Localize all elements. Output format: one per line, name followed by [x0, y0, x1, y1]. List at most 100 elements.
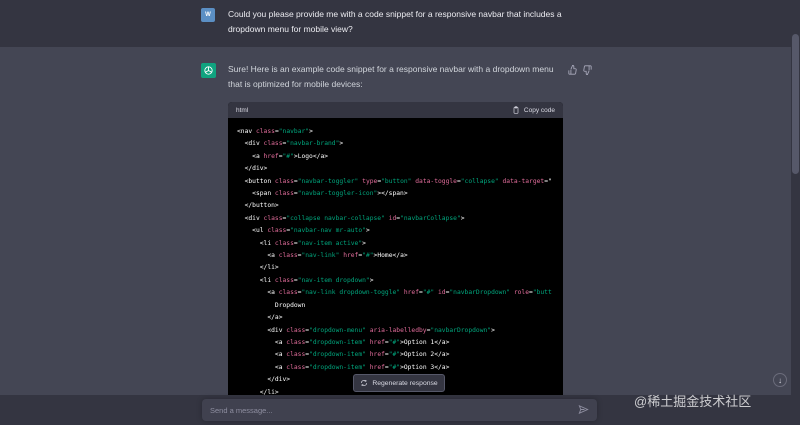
- code-token: </div>: [237, 165, 268, 173]
- code-token: "navbarDropdown": [449, 289, 511, 297]
- code-token: <div: [237, 214, 264, 222]
- code-token: >: [460, 214, 465, 222]
- code-token: data-target: [502, 177, 545, 185]
- code-line: <ul class="navbar-nav mr-auto">: [237, 225, 563, 237]
- copy-code-button[interactable]: Copy code: [512, 106, 555, 114]
- code-line: </div>: [237, 163, 563, 175]
- code-token: >: [309, 128, 313, 135]
- code-line: <div class="collapse navbar-collapse" id…: [237, 213, 563, 225]
- message-input[interactable]: [210, 403, 560, 417]
- code-token: class: [286, 351, 306, 359]
- code-line: <li class="nav-item active">: [237, 238, 563, 250]
- scroll-to-bottom-button[interactable]: ↓: [773, 373, 787, 387]
- code-block-header: html Copy code: [228, 102, 563, 118]
- code-token: class: [278, 252, 298, 260]
- code-token: </a>: [312, 152, 329, 160]
- code-token: "collapse": [460, 177, 499, 185]
- thumbs-up-icon[interactable]: [568, 64, 578, 75]
- code-token: "dropdown-item": [309, 338, 366, 346]
- code-token: </a>: [237, 314, 283, 322]
- code-line: Dropdown: [237, 300, 563, 312]
- code-token: href: [403, 289, 420, 297]
- code-token: "#": [422, 289, 435, 297]
- code-line: <span class="navbar-toggler-icon"></span…: [237, 188, 563, 200]
- code-token: <a: [237, 351, 287, 359]
- code-line: <div class="dropdown-menu" aria-labelled…: [237, 325, 563, 337]
- code-token: "dropdown-item": [309, 363, 366, 371]
- code-line: </a>: [237, 312, 563, 324]
- code-line: </button>: [237, 200, 563, 212]
- copy-code-label: Copy code: [523, 106, 555, 114]
- code-token: role: [513, 289, 530, 297]
- code-token: Logo: [297, 152, 313, 160]
- scrollbar-thumb[interactable]: [792, 34, 799, 174]
- code-line: <nav class="navbar">: [237, 126, 563, 138]
- code-token: <div: [237, 326, 287, 334]
- code-token: <a: [237, 152, 264, 160]
- code-token: =": [544, 177, 552, 185]
- code-token: "#": [388, 363, 401, 371]
- code-token: </a>: [434, 351, 450, 359]
- code-token: "navbarDropdown": [430, 326, 492, 334]
- code-token: "nav-item dropdown": [297, 276, 370, 284]
- refresh-icon: [361, 380, 368, 386]
- code-token: <ul: [237, 227, 268, 235]
- code-token: href: [263, 152, 279, 160]
- code-token: Dropdown: [237, 301, 306, 309]
- code-token: class: [255, 128, 275, 135]
- arrow-down-icon: ↓: [778, 375, 782, 385]
- assistant-message-text: Sure! Here is an example code snippet fo…: [228, 64, 554, 89]
- code-token: class: [286, 363, 306, 371]
- code-token: <a: [237, 338, 287, 346]
- code-line: <a class="nav-link dropdown-toggle" href…: [237, 287, 563, 299]
- code-language-label: html: [236, 106, 249, 114]
- code-token: href: [369, 338, 385, 346]
- code-token: "dropdown-item": [309, 351, 366, 359]
- code-token: Home: [377, 252, 393, 260]
- code-line: <a class="dropdown-item" href="#">Option…: [237, 362, 563, 374]
- code-token: >: [491, 326, 495, 334]
- code-token: href: [369, 351, 385, 359]
- code-token: class: [263, 140, 283, 148]
- send-icon[interactable]: [578, 404, 589, 415]
- code-token: </a>: [392, 252, 408, 260]
- code-token: >: [362, 239, 366, 247]
- code-token: "dropdown-menu": [309, 326, 366, 334]
- code-token: </li>: [237, 264, 279, 272]
- code-token: "#": [362, 252, 374, 260]
- code-token: href: [369, 363, 385, 371]
- code-token: data-toggle: [415, 177, 457, 185]
- code-token: class: [267, 227, 287, 235]
- code-token: </div>: [237, 376, 291, 384]
- code-content: <nav class="navbar"> <div class="navbar-…: [228, 118, 563, 399]
- code-token: <nav: [237, 128, 256, 135]
- code-token: <div: [237, 140, 264, 148]
- thumbs-down-icon[interactable]: [582, 65, 592, 76]
- code-token: "#": [282, 152, 294, 160]
- code-token: <button: [237, 177, 275, 185]
- code-line: <a class="nav-link" href="#">Home</a>: [237, 250, 563, 262]
- code-token: <li: [237, 239, 275, 247]
- openai-logo-icon: [204, 66, 213, 75]
- scrollbar-track[interactable]: [791, 0, 800, 425]
- code-token: id: [437, 289, 446, 297]
- code-token: </a>: [434, 338, 450, 346]
- code-line: </li>: [237, 262, 563, 274]
- code-token: "navbar-toggler-icon": [297, 190, 378, 198]
- code-token: "navbar-nav mr-auto": [290, 227, 366, 235]
- code-token: </a>: [434, 363, 450, 371]
- code-token: <a: [237, 363, 287, 371]
- user-avatar: W: [201, 8, 215, 22]
- code-token: >: [369, 276, 374, 284]
- code-token: "collapse navbar-collapse": [286, 214, 385, 222]
- code-line: <button class="navbar-toggler" type="but…: [237, 176, 563, 188]
- code-token: "nav-link dropdown-toggle": [301, 289, 401, 297]
- code-token: class: [274, 276, 294, 284]
- code-token: <a: [237, 252, 279, 260]
- user-message-row: W Could you please provide me with a cod…: [0, 0, 800, 47]
- code-token: type: [362, 177, 378, 185]
- regenerate-response-button[interactable]: Regenerate response: [353, 374, 445, 392]
- code-line: <div class="navbar-brand">: [237, 138, 563, 150]
- code-line: <a href="#">Logo</a>: [237, 151, 563, 163]
- code-token: >: [365, 227, 370, 235]
